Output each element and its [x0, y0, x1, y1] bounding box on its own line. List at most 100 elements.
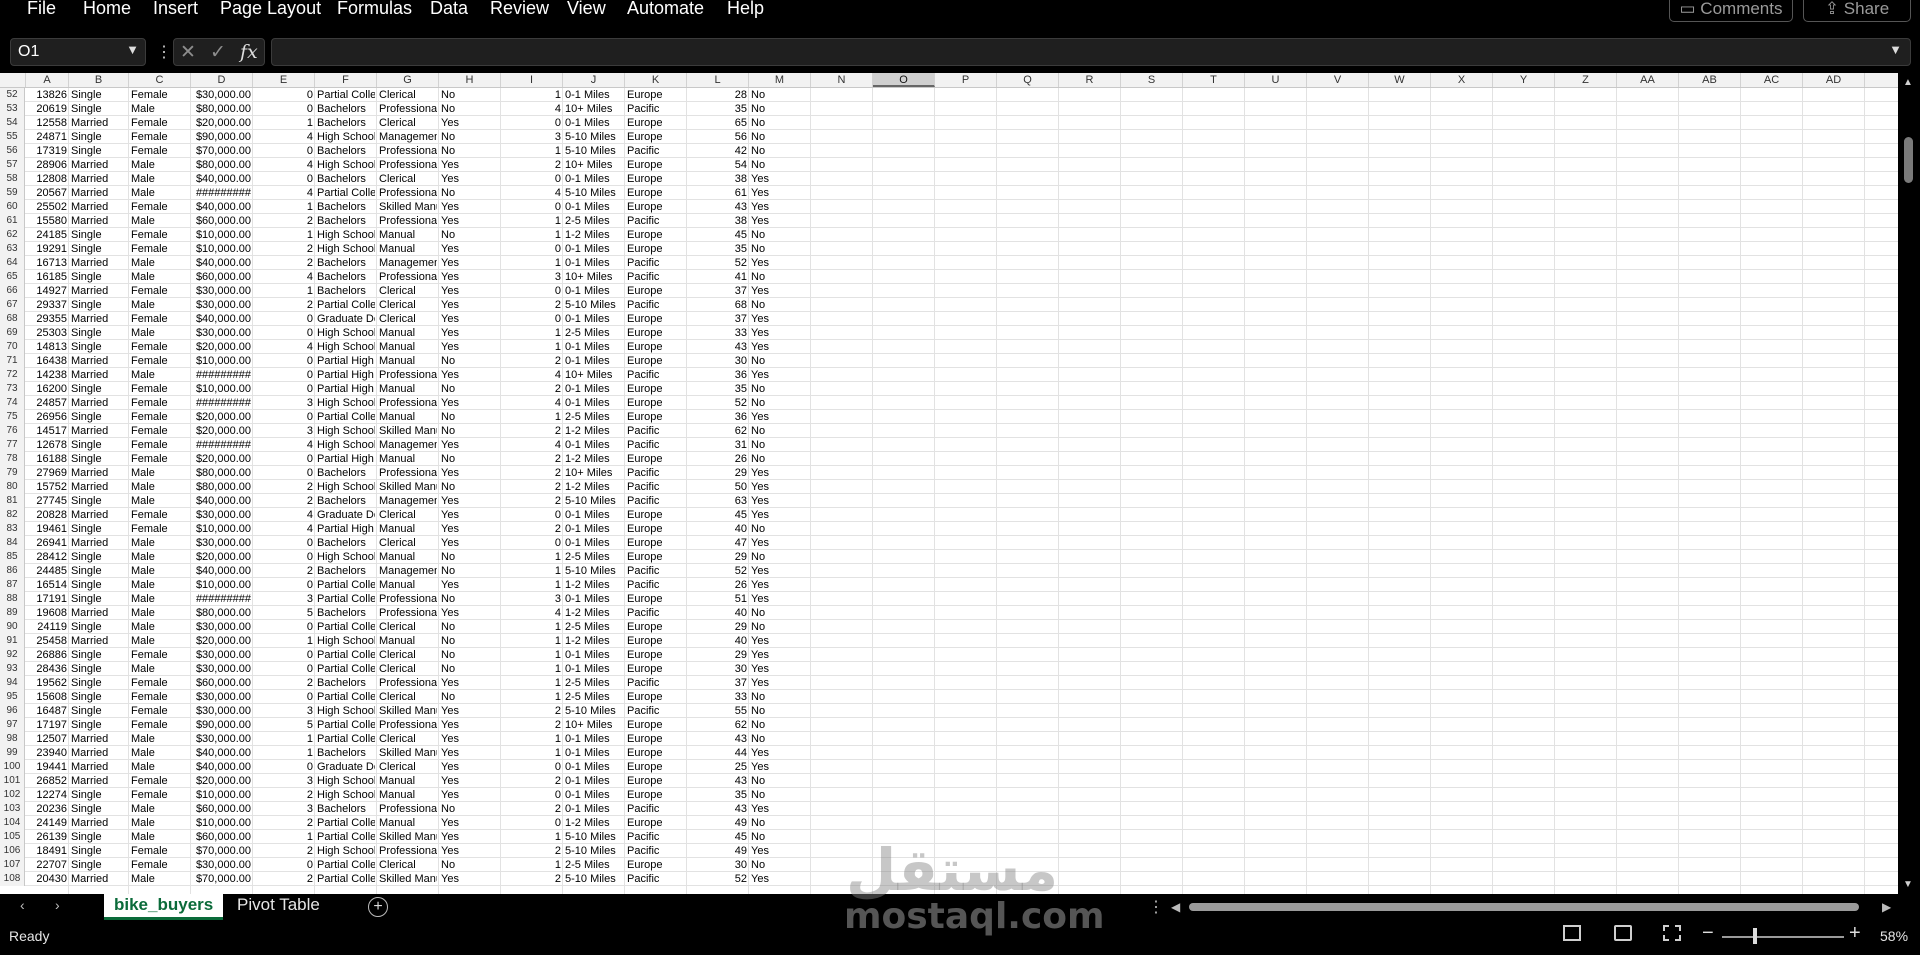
cell-c[interactable]: Male: [131, 592, 189, 606]
cell-l[interactable]: 45: [689, 228, 747, 242]
cell-c[interactable]: Male: [131, 606, 189, 620]
cell-g[interactable]: Manual: [379, 410, 437, 424]
cell-f[interactable]: Partial College: [317, 410, 375, 424]
cell-c[interactable]: Female: [131, 200, 189, 214]
cell-k[interactable]: Europe: [627, 452, 685, 466]
cell-g[interactable]: Professional: [379, 214, 437, 228]
cell-a[interactable]: 26956: [28, 410, 67, 424]
cell-a[interactable]: 26941: [28, 536, 67, 550]
cell-k[interactable]: Pacific: [627, 606, 685, 620]
sheet-tab-pivot-table[interactable]: Pivot Table: [227, 894, 330, 920]
cell-g[interactable]: Clerical: [379, 620, 437, 634]
cell-b[interactable]: Married: [71, 774, 127, 788]
row-header[interactable]: 73: [0, 382, 25, 396]
cell-d[interactable]: $20,000.00: [193, 424, 251, 438]
cell-j[interactable]: 1-2 Miles: [565, 606, 623, 620]
row-header[interactable]: 53: [0, 102, 25, 116]
cell-a[interactable]: 16438: [28, 354, 67, 368]
cell-h[interactable]: No: [441, 802, 499, 816]
cell-m[interactable]: No: [751, 620, 809, 634]
cells-area[interactable]: 52 13826 Single Female $30,000.00 0 Partial Co…: [0, 88, 1898, 894]
horizontal-scrollbar[interactable]: ◀ ▶: [1171, 900, 1891, 914]
cell-l[interactable]: 26: [689, 578, 747, 592]
cell-a[interactable]: 20567: [28, 186, 67, 200]
cell-d[interactable]: $80,000.00: [193, 102, 251, 116]
cell-g[interactable]: Manual: [379, 326, 437, 340]
cell-m[interactable]: Yes: [751, 802, 809, 816]
cell-i[interactable]: 2: [503, 298, 561, 312]
cell-l[interactable]: 35: [689, 382, 747, 396]
scroll-up-icon[interactable]: ▲: [1903, 77, 1913, 88]
cell-m[interactable]: No: [751, 774, 809, 788]
menu-review[interactable]: Review: [490, 0, 549, 19]
cell-g[interactable]: Clerical: [379, 662, 437, 676]
cell-e[interactable]: 1: [255, 228, 313, 242]
row-header[interactable]: 105: [0, 830, 25, 844]
cell-d[interactable]: $30,000.00: [193, 88, 251, 102]
cell-h[interactable]: Yes: [441, 298, 499, 312]
cell-c[interactable]: Male: [131, 186, 189, 200]
cell-l[interactable]: 33: [689, 326, 747, 340]
cell-b[interactable]: Single: [71, 228, 127, 242]
cell-b[interactable]: Married: [71, 214, 127, 228]
cell-e[interactable]: 0: [255, 690, 313, 704]
cell-h[interactable]: Yes: [441, 158, 499, 172]
cell-l[interactable]: 26: [689, 452, 747, 466]
cell-b[interactable]: Single: [71, 844, 127, 858]
cell-e[interactable]: 2: [255, 844, 313, 858]
cell-f[interactable]: Bachelors: [317, 536, 375, 550]
cell-j[interactable]: 0-1 Miles: [565, 648, 623, 662]
cell-a[interactable]: 13826: [28, 88, 67, 102]
cell-e[interactable]: 1: [255, 200, 313, 214]
cell-d[interactable]: $20,000.00: [193, 116, 251, 130]
cell-d[interactable]: $70,000.00: [193, 844, 251, 858]
cell-k[interactable]: Europe: [627, 186, 685, 200]
cell-g[interactable]: Professional: [379, 592, 437, 606]
cell-h[interactable]: No: [441, 550, 499, 564]
column-header-v[interactable]: V: [1307, 73, 1369, 87]
cell-m[interactable]: Yes: [751, 410, 809, 424]
cell-g[interactable]: Management: [379, 494, 437, 508]
cell-f[interactable]: Bachelors: [317, 214, 375, 228]
cell-k[interactable]: Pacific: [627, 872, 685, 886]
cell-b[interactable]: Married: [71, 200, 127, 214]
cell-j[interactable]: 0-1 Miles: [565, 760, 623, 774]
cell-g[interactable]: Management: [379, 256, 437, 270]
row-header[interactable]: 96: [0, 704, 25, 718]
cell-d[interactable]: $20,000.00: [193, 774, 251, 788]
cell-e[interactable]: 0: [255, 648, 313, 662]
menu-home[interactable]: Home: [83, 0, 131, 19]
cell-a[interactable]: 17319: [28, 144, 67, 158]
cell-d[interactable]: $30,000.00: [193, 732, 251, 746]
cell-l[interactable]: 62: [689, 424, 747, 438]
cell-c[interactable]: Female: [131, 228, 189, 242]
cell-f[interactable]: High School: [317, 340, 375, 354]
page-layout-view-icon[interactable]: [1614, 925, 1632, 941]
cell-d[interactable]: $40,000.00: [193, 256, 251, 270]
row-header[interactable]: 80: [0, 480, 25, 494]
cell-f[interactable]: Bachelors: [317, 284, 375, 298]
cell-a[interactable]: 27969: [28, 466, 67, 480]
cell-i[interactable]: 0: [503, 200, 561, 214]
cell-g[interactable]: Professional: [379, 102, 437, 116]
cell-g[interactable]: Clerical: [379, 312, 437, 326]
cell-a[interactable]: 16713: [28, 256, 67, 270]
cell-a[interactable]: 28412: [28, 550, 67, 564]
cell-l[interactable]: 35: [689, 102, 747, 116]
cell-i[interactable]: 0: [503, 116, 561, 130]
cell-l[interactable]: 45: [689, 508, 747, 522]
zoom-out-button[interactable]: −: [1702, 922, 1714, 945]
row-header[interactable]: 76: [0, 424, 25, 438]
row-header[interactable]: 87: [0, 578, 25, 592]
column-header-s[interactable]: S: [1121, 73, 1183, 87]
cell-j[interactable]: 10+ Miles: [565, 368, 623, 382]
name-box[interactable]: O1 ▼: [10, 38, 146, 66]
cell-f[interactable]: Partial College: [317, 662, 375, 676]
menu-automate[interactable]: Automate: [627, 0, 704, 19]
cell-b[interactable]: Single: [71, 676, 127, 690]
cell-g[interactable]: Clerical: [379, 508, 437, 522]
cell-g[interactable]: Clerical: [379, 298, 437, 312]
cell-l[interactable]: 43: [689, 732, 747, 746]
cell-d[interactable]: $30,000.00: [193, 858, 251, 872]
cell-d[interactable]: $10,000.00: [193, 228, 251, 242]
